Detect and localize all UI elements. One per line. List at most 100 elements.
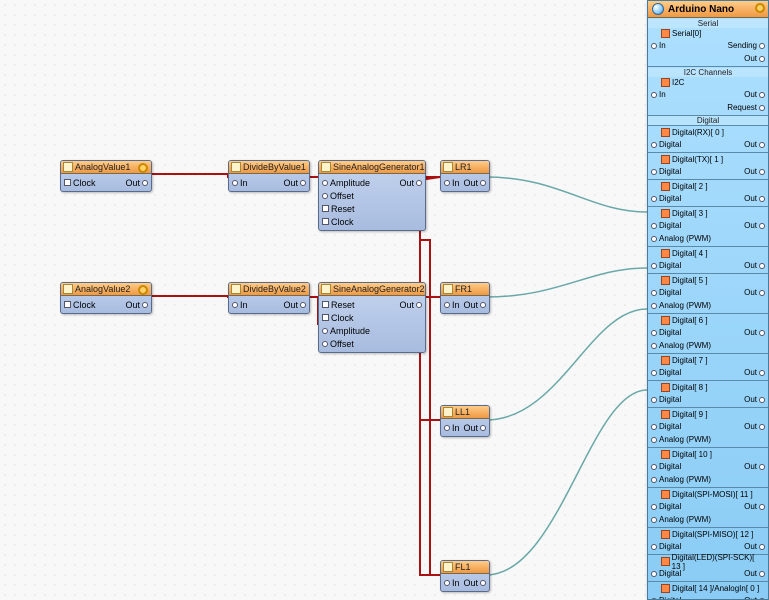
node-ll1[interactable]: LL1 In Out xyxy=(440,405,490,437)
digital-pin-7[interactable]: Digital[ 7 ]DigitalOut xyxy=(648,354,768,381)
pin-digital-out[interactable]: Out xyxy=(744,140,765,149)
pin-digital-in[interactable]: Digital xyxy=(651,395,681,404)
pin-i2c-in[interactable]: In xyxy=(651,90,666,99)
pin-digital-in[interactable]: Digital xyxy=(651,596,681,600)
pin-digital-in[interactable]: Digital xyxy=(651,328,681,337)
pin-digital-out[interactable]: Out xyxy=(744,502,765,511)
digital-pin-2[interactable]: Digital[ 2 ]DigitalOut xyxy=(648,180,768,207)
pin-out[interactable]: Out xyxy=(464,300,487,310)
pin-digital-out[interactable]: Out xyxy=(744,422,765,431)
pin-out[interactable]: Out xyxy=(464,578,487,588)
pin-amplitude[interactable]: Amplitude xyxy=(322,326,370,336)
pin-i2c-request[interactable]: Request xyxy=(727,103,765,112)
pin-in[interactable]: In xyxy=(444,300,460,310)
pin-digital-out[interactable]: Out xyxy=(744,194,765,203)
pin-out[interactable]: Out xyxy=(125,178,148,188)
pin-digital-out[interactable]: Out xyxy=(744,167,765,176)
pin-clock[interactable]: Clock xyxy=(64,178,96,188)
pin-digital-in[interactable]: Digital xyxy=(651,422,681,431)
pin-analog-pwm[interactable]: Analog (PWM) xyxy=(651,475,711,484)
node-dividebyvalue2[interactable]: DivideByValue2 In Out xyxy=(228,282,310,314)
pin-digital-in[interactable]: Digital xyxy=(651,569,681,578)
pin-in[interactable]: In xyxy=(444,578,460,588)
digital-pin-8[interactable]: Digital[ 8 ]DigitalOut xyxy=(648,381,768,408)
node-fl1[interactable]: FL1 In Out xyxy=(440,560,490,592)
pin-digital-out[interactable]: Out xyxy=(744,462,765,471)
pin-digital-in[interactable]: Digital xyxy=(651,140,681,149)
pin-in[interactable]: In xyxy=(232,300,248,310)
pin-amplitude[interactable]: Amplitude xyxy=(322,178,370,188)
pin-analog-pwm[interactable]: Analog (PWM) xyxy=(651,234,711,243)
node-sinegen2[interactable]: SineAnalogGenerator2 Reset Out Clock Amp… xyxy=(318,282,426,353)
pin-out[interactable]: Out xyxy=(399,300,422,310)
pin-i2c-out[interactable]: Out xyxy=(744,90,765,99)
pin-digital-out[interactable]: Out xyxy=(744,395,765,404)
pin-digital-in[interactable]: Digital xyxy=(651,288,681,297)
pin-digital-in[interactable]: Digital xyxy=(651,221,681,230)
pin-in[interactable]: In xyxy=(232,178,248,188)
pin-digital-in[interactable]: Digital xyxy=(651,368,681,377)
pin-serial-sending[interactable]: Sending xyxy=(728,41,765,50)
pin-offset[interactable]: Offset xyxy=(322,191,354,201)
pin-digital-in[interactable]: Digital xyxy=(651,502,681,511)
pin-out[interactable]: Out xyxy=(125,300,148,310)
digital-pin-12[interactable]: Digital(SPI-MISO)[ 12 ]DigitalOut xyxy=(648,528,768,555)
pin-clock[interactable]: Clock xyxy=(322,313,354,323)
pin-out[interactable]: Out xyxy=(283,300,306,310)
arduino-nano-panel[interactable]: Arduino Nano Serial Serial[0] In Sending… xyxy=(647,0,769,600)
pin-digital-out[interactable]: Out xyxy=(744,596,765,600)
pin-analog-pwm[interactable]: Analog (PWM) xyxy=(651,515,711,524)
digital-pin-4[interactable]: Digital[ 4 ]DigitalOut xyxy=(648,247,768,274)
digital-pin-5[interactable]: Digital[ 5 ]DigitalOutAnalog (PWM) xyxy=(648,274,768,314)
digital-pin-14[interactable]: Digital[ 14 ]/AnalogIn[ 0 ] Digital Out xyxy=(648,582,768,600)
pin-out[interactable]: Out xyxy=(399,178,422,188)
node-dividebyvalue1[interactable]: DivideByValue1 In Out xyxy=(228,160,310,192)
digital-pin-11[interactable]: Digital(SPI-MOSI)[ 11 ]DigitalOutAnalog … xyxy=(648,488,768,528)
pin-in[interactable]: In xyxy=(444,423,460,433)
pin-digital-in[interactable]: Digital xyxy=(651,542,681,551)
pin-clock[interactable]: Clock xyxy=(64,300,96,310)
pin-digital-in[interactable]: Digital xyxy=(651,194,681,203)
pin-digital-out[interactable]: Out xyxy=(744,221,765,230)
pin-digital-out[interactable]: Out xyxy=(744,328,765,337)
node-icon xyxy=(63,162,73,172)
node-lr1[interactable]: LR1 In Out xyxy=(440,160,490,192)
pin-offset[interactable]: Offset xyxy=(322,339,354,349)
node-fr1[interactable]: FR1 In Out xyxy=(440,282,490,314)
digital-pin-0[interactable]: Digital(RX)[ 0 ]DigitalOut xyxy=(648,126,768,153)
digital-pin-3[interactable]: Digital[ 3 ] Digital Out Analog (PWM) xyxy=(648,207,768,247)
gear-icon[interactable] xyxy=(138,163,148,173)
node-analogvalue2[interactable]: AnalogValue2 Clock Out xyxy=(60,282,152,314)
pin-analog-pwm[interactable]: Analog (PWM) xyxy=(651,435,711,444)
pin-out[interactable]: Out xyxy=(464,178,487,188)
digital-pin-1[interactable]: Digital(TX)[ 1 ]DigitalOut xyxy=(648,153,768,180)
pin-digital-in[interactable]: Digital xyxy=(651,167,681,176)
gear-icon[interactable] xyxy=(138,285,148,295)
digital-pin-10[interactable]: Digital[ 10 ]DigitalOutAnalog (PWM) xyxy=(648,448,768,488)
pin-analog-pwm[interactable]: Analog (PWM) xyxy=(651,341,711,350)
pin-digital-in[interactable]: Digital xyxy=(651,462,681,471)
pin-analog-pwm[interactable]: Analog (PWM) xyxy=(651,301,711,310)
pin-serial-out[interactable]: Out xyxy=(744,54,765,63)
pin-digital-out[interactable]: Out xyxy=(744,261,765,270)
pin-in[interactable]: In xyxy=(444,178,460,188)
node-analogvalue1[interactable]: AnalogValue1 Clock Out xyxy=(60,160,152,192)
pin-serial-in[interactable]: In xyxy=(651,41,666,50)
node-sinegen1[interactable]: SineAnalogGenerator1 Amplitude Out Offse… xyxy=(318,160,426,231)
digital-pin-13[interactable]: Digital(LED)(SPI-SCK)[ 13 ]DigitalOut xyxy=(648,555,768,582)
gear-icon[interactable] xyxy=(755,3,765,13)
pin-out[interactable]: Out xyxy=(464,423,487,433)
pin-digital-in[interactable]: Digital xyxy=(651,261,681,270)
pin-label: Digital[ 14 ]/AnalogIn[ 0 ] xyxy=(672,584,759,593)
pin-reset[interactable]: Reset xyxy=(322,300,355,310)
pin-digital-out[interactable]: Out xyxy=(744,288,765,297)
digital-pin-9[interactable]: Digital[ 9 ]DigitalOutAnalog (PWM) xyxy=(648,408,768,448)
pin-reset[interactable]: Reset xyxy=(322,204,355,214)
pin-clock[interactable]: Clock xyxy=(322,217,354,227)
pin-digital-out[interactable]: Out xyxy=(744,569,765,578)
pin-label: Digital[ 3 ] xyxy=(672,209,708,218)
digital-pin-6[interactable]: Digital[ 6 ]DigitalOutAnalog (PWM) xyxy=(648,314,768,354)
pin-out[interactable]: Out xyxy=(283,178,306,188)
pin-digital-out[interactable]: Out xyxy=(744,542,765,551)
pin-digital-out[interactable]: Out xyxy=(744,368,765,377)
